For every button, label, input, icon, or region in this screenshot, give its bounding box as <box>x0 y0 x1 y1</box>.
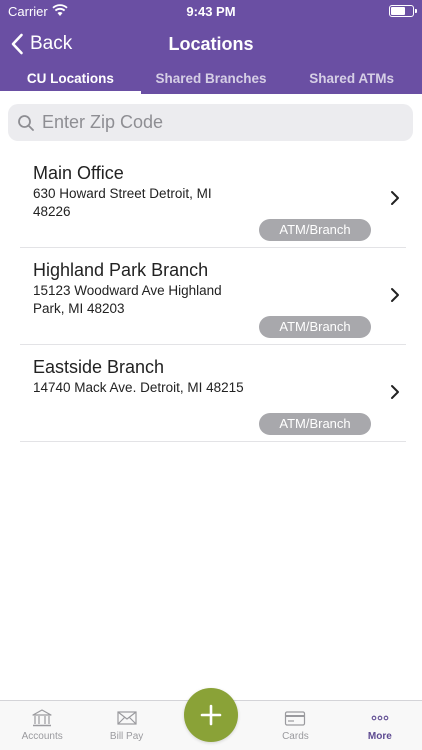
location-address: 14740 Mack Ave. Detroit, MI 48215 <box>33 380 244 395</box>
segment-tabs: CU Locations Shared Branches Shared ATMs <box>0 66 422 94</box>
battery-icon <box>389 5 417 17</box>
tab-more[interactable]: More <box>338 701 422 750</box>
tab-shared-atms[interactable]: Shared ATMs <box>281 66 422 94</box>
tab-accounts[interactable]: Accounts <box>0 701 84 750</box>
card-icon <box>285 711 306 726</box>
tab-shared-branches[interactable]: Shared Branches <box>141 66 282 94</box>
tab-bill-pay[interactable]: Bill Pay <box>84 701 168 750</box>
location-address: 15123 Woodward Ave Highland Park, MI 482… <box>33 283 222 316</box>
tab-cards-label: Cards <box>282 731 309 742</box>
tab-bill-pay-label: Bill Pay <box>109 731 144 742</box>
tab-cu-locations[interactable]: CU Locations <box>0 66 141 94</box>
chevron-right-icon <box>391 191 399 205</box>
chevron-right-icon <box>391 288 399 302</box>
location-list: Main Office 630 Howard Street Detroit, M… <box>20 151 406 442</box>
location-name: Eastside Branch <box>33 357 165 377</box>
header: Carrier 9:43 PM Back Locations CU Locati… <box>0 0 422 94</box>
search-bar <box>8 104 413 141</box>
type-badge: ATM/Branch <box>259 219 371 241</box>
search-icon <box>18 114 34 131</box>
zip-code-input[interactable] <box>42 112 382 133</box>
back-label: Back <box>30 33 73 54</box>
tab-cards[interactable]: Cards <box>253 701 337 750</box>
list-item[interactable]: Highland Park Branch 15123 Woodward Ave … <box>20 248 406 345</box>
chevron-right-icon <box>391 385 399 399</box>
tab-accounts-label: Accounts <box>21 731 63 742</box>
status-bar: Carrier 9:43 PM <box>0 0 422 22</box>
add-button[interactable] <box>184 688 238 742</box>
type-badge: ATM/Branch <box>259 413 371 435</box>
location-name: Main Office <box>33 163 124 183</box>
back-button[interactable]: Back <box>10 30 72 58</box>
nav-bar: Back Locations <box>0 22 422 66</box>
more-icon <box>371 715 389 721</box>
envelope-icon <box>117 711 137 725</box>
status-time: 9:43 PM <box>186 4 236 19</box>
chevron-left-icon <box>11 33 23 55</box>
list-item[interactable]: Main Office 630 Howard Street Detroit, M… <box>20 151 406 248</box>
list-item[interactable]: Eastside Branch 14740 Mack Ave. Detroit,… <box>20 345 406 442</box>
location-address: 630 Howard Street Detroit, MI 48226 <box>33 186 212 219</box>
bank-icon <box>32 709 52 727</box>
plus-icon <box>200 704 222 726</box>
type-badge: ATM/Branch <box>259 316 371 338</box>
tab-more-label: More <box>367 731 392 742</box>
location-name: Highland Park Branch <box>33 260 209 280</box>
